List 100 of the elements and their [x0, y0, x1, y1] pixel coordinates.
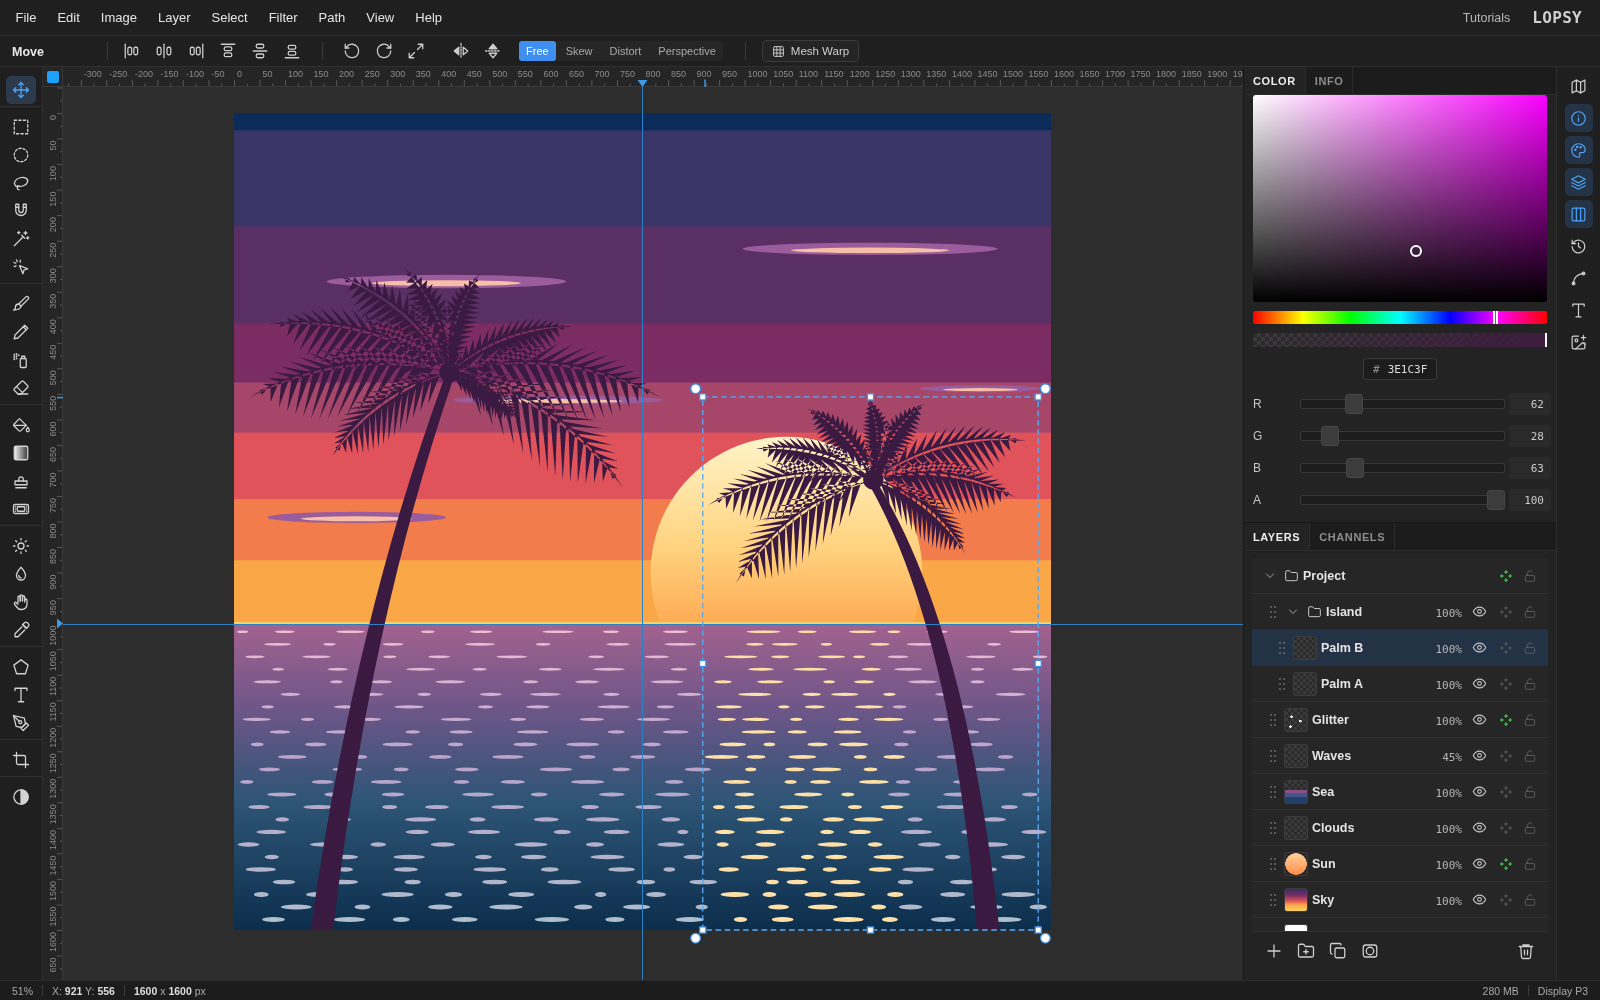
resize-handle[interactable]: [866, 926, 875, 934]
ruler-label: -100: [185, 69, 204, 79]
menu-item[interactable]: Select: [201, 6, 259, 29]
channel-label: G: [1253, 429, 1263, 443]
columns-icon: [1570, 205, 1587, 223]
ruler-label: 50: [48, 140, 58, 151]
layer-name: Waves: [1312, 748, 1352, 763]
slider-thumb[interactable]: [1345, 394, 1364, 414]
folder-icon: [1284, 568, 1299, 583]
hue-slider[interactable]: [1253, 311, 1547, 324]
slider-thumb[interactable]: [1346, 458, 1365, 478]
panel-toggle-button[interactable]: [1564, 200, 1593, 228]
eye-icon[interactable]: [1472, 640, 1487, 655]
eye-icon[interactable]: [1472, 856, 1487, 871]
diamond-cluster-icon[interactable]: [1499, 856, 1513, 871]
slider-thumb[interactable]: [1487, 490, 1505, 510]
panel-tab[interactable]: CHANNELS: [1310, 523, 1396, 550]
rotate-handle[interactable]: [1039, 932, 1051, 944]
channel-slider[interactable]: [1300, 394, 1505, 414]
transform-mode-tab[interactable]: Distort: [602, 41, 649, 61]
channel-value-field[interactable]: 28: [1509, 425, 1551, 447]
drag-handle-icon[interactable]: [1279, 641, 1285, 654]
eye-icon[interactable]: [1472, 748, 1487, 763]
opacity-value: 100%: [1435, 786, 1462, 800]
hex-input-field[interactable]: # 3E1C3F: [1363, 358, 1437, 380]
slider-thumb[interactable]: [1320, 426, 1339, 446]
drag-handle-icon[interactable]: [1279, 677, 1285, 690]
channel-value-field[interactable]: 63: [1509, 457, 1551, 479]
alpha-slider[interactable]: [1253, 333, 1547, 347]
picker-handle[interactable]: [1410, 244, 1423, 257]
diamond-cluster-icon[interactable]: [1499, 568, 1513, 583]
panel-toggle-button[interactable]: [1564, 136, 1593, 164]
menu-item[interactable]: Help: [404, 6, 453, 29]
layer-action-button[interactable]: [1328, 941, 1348, 961]
layer-action-button[interactable]: [1516, 941, 1536, 961]
menu-item[interactable]: Filter: [258, 6, 309, 29]
drag-handle-icon[interactable]: [1270, 893, 1276, 906]
resize-handle[interactable]: [866, 393, 875, 401]
folder-icon: [1307, 604, 1322, 619]
panel-toggle-button[interactable]: [1564, 168, 1593, 196]
eye-icon[interactable]: [1472, 820, 1487, 835]
menu-item[interactable]: Path: [308, 6, 356, 29]
info-icon: [1570, 109, 1587, 127]
rotate-handle[interactable]: [690, 383, 702, 395]
ruler-label: 1100: [798, 69, 819, 79]
drag-handle-icon[interactable]: [1270, 857, 1276, 870]
channel-slider[interactable]: [1300, 426, 1505, 446]
resize-handle[interactable]: [699, 926, 707, 934]
transform-mode-tab[interactable]: Perspective: [651, 41, 723, 61]
tutorials-link[interactable]: Tutorials: [1462, 10, 1511, 25]
ruler-label: 1450: [977, 69, 998, 79]
menu-item[interactable]: Edit: [46, 6, 91, 29]
eye-icon[interactable]: [1472, 892, 1487, 907]
eye-icon[interactable]: [1472, 676, 1487, 691]
channel-value-field[interactable]: 100: [1509, 489, 1551, 511]
opacity-value: 100%: [1435, 642, 1462, 656]
channel-label: B: [1253, 461, 1261, 475]
drag-handle-icon[interactable]: [1270, 749, 1276, 762]
menu-item[interactable]: Layer: [147, 6, 202, 29]
panel-tab[interactable]: COLOR: [1244, 67, 1306, 94]
drag-handle-icon[interactable]: [1270, 785, 1276, 798]
ruler-label: 1050: [773, 69, 794, 79]
resize-handle[interactable]: [1034, 393, 1042, 401]
drag-handle-icon[interactable]: [1270, 821, 1276, 834]
ruler-label: 1150: [824, 69, 844, 79]
eye-icon[interactable]: [1472, 712, 1487, 727]
panel-tab[interactable]: INFO: [1305, 67, 1354, 94]
transform-mode-tab[interactable]: Skew: [558, 41, 600, 61]
drag-handle-icon[interactable]: [1270, 713, 1276, 726]
rotate-handle[interactable]: [690, 932, 702, 944]
diamond-cluster-icon[interactable]: [1499, 712, 1513, 727]
flip-horizontal-icon: [452, 42, 470, 60]
resize-handle[interactable]: [699, 659, 707, 668]
resize-handle[interactable]: [1034, 926, 1042, 934]
layer-row[interactable]: Palm B 100%: [1252, 630, 1548, 666]
channel-slider[interactable]: [1300, 490, 1505, 510]
ruler-label: 1700: [1105, 69, 1126, 79]
mesh-warp-button[interactable]: Mesh Warp: [761, 40, 860, 62]
rotate-handle[interactable]: [1039, 383, 1051, 395]
ruler-label: 1550: [1028, 69, 1049, 79]
panel-toggle-button[interactable]: [1564, 104, 1593, 132]
channel-slider[interactable]: [1300, 458, 1505, 478]
layer-action-button[interactable]: [1296, 941, 1316, 961]
menu-item[interactable]: Image: [90, 6, 148, 29]
ruler-label: 400: [441, 69, 457, 79]
panel-tab[interactable]: LAYERS: [1244, 523, 1311, 550]
layer-action-button[interactable]: [1360, 941, 1380, 961]
tool-button[interactable]: [6, 76, 36, 104]
resize-handle[interactable]: [699, 393, 707, 401]
channel-value-field[interactable]: 62: [1509, 393, 1551, 415]
eye-icon[interactable]: [1472, 604, 1487, 619]
menu-item[interactable]: View: [355, 6, 405, 29]
ruler-label: 700: [594, 69, 610, 79]
saturation-value-picker[interactable]: [1253, 95, 1547, 302]
pencil-icon: [12, 323, 30, 341]
drag-handle-icon[interactable]: [1270, 605, 1276, 618]
color-profile: Display P3: [1537, 984, 1588, 997]
eye-icon[interactable]: [1472, 784, 1487, 799]
menu-item[interactable]: File: [5, 6, 47, 29]
resize-handle[interactable]: [1034, 659, 1042, 668]
